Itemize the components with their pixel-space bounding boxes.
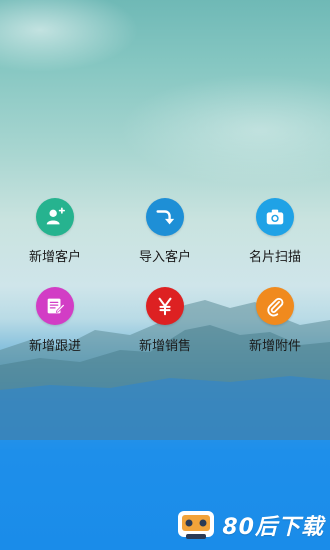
import-customer-icon-circle [146, 198, 184, 236]
card-scan-button[interactable]: 名片扫描 [220, 198, 330, 265]
import-arrow-icon [156, 210, 175, 225]
add-customer-icon-circle [36, 198, 74, 236]
robot-logo-icon [178, 511, 215, 539]
watermark: 80后下载 [174, 508, 324, 542]
add-customer-label: 新增客户 [28, 250, 81, 265]
quick-actions-grid: 新增客户 导入客户 名片扫描 新增跟进 新增销售 新增附件 [0, 198, 330, 354]
watermark-text: 80后下载 [222, 515, 324, 540]
yen-icon [158, 297, 172, 316]
paperclip-icon [267, 297, 284, 317]
import-customer-button[interactable]: 导入客户 [110, 198, 220, 265]
add-followup-label: 新增跟进 [28, 339, 81, 354]
add-attachment-button[interactable]: 新增附件 [220, 287, 330, 354]
edit-note-icon [47, 298, 66, 314]
card-scan-icon-circle [256, 198, 294, 236]
card-scan-label: 名片扫描 [248, 250, 301, 265]
add-followup-button[interactable]: 新增跟进 [0, 287, 110, 354]
add-user-icon [46, 207, 65, 225]
add-attachment-icon-circle [256, 287, 294, 325]
import-customer-label: 导入客户 [138, 250, 191, 265]
add-sales-button[interactable]: 新增销售 [110, 287, 220, 354]
add-followup-icon-circle [36, 287, 74, 325]
add-attachment-label: 新增附件 [248, 339, 301, 354]
camera-icon [266, 209, 284, 225]
add-sales-label: 新增销售 [138, 339, 191, 354]
add-sales-icon-circle [146, 287, 184, 325]
add-customer-button[interactable]: 新增客户 [0, 198, 110, 265]
